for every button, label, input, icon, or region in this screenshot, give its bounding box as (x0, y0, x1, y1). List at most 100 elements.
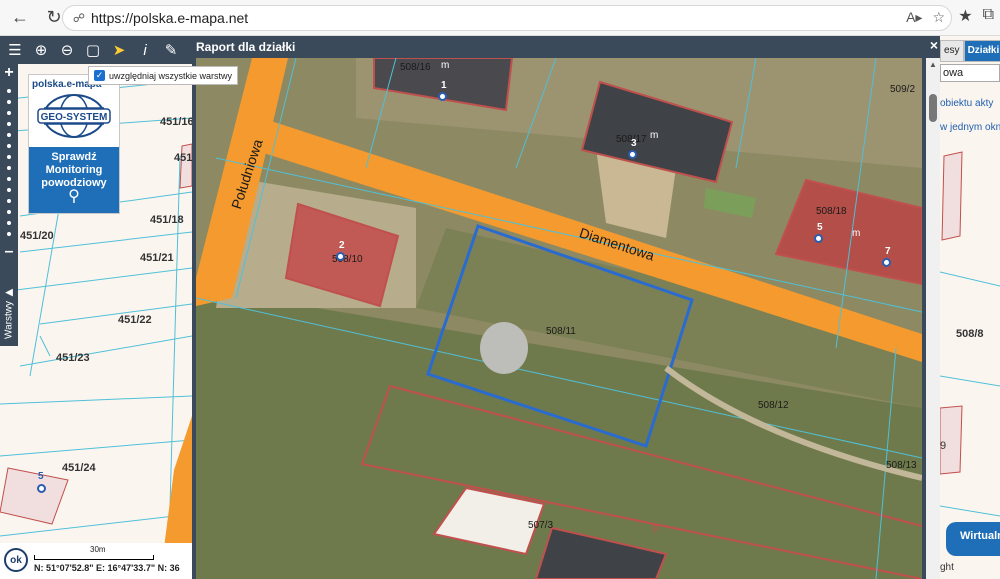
read-aloud-icon[interactable]: A▸ (906, 9, 922, 26)
address-marker[interactable] (438, 92, 447, 101)
dialog-title: Raport dla działki (196, 40, 296, 54)
zoom-level-dot[interactable] (7, 144, 11, 148)
layers-tab-label: Warstwy (3, 300, 15, 339)
address-bar[interactable]: ☍ https://polska.e-mapa.net A▸ ☆ (62, 5, 952, 31)
tab-parcels[interactable]: Działki (963, 40, 1000, 62)
parcel-mark: m (650, 130, 659, 141)
panel-text: ght (940, 562, 954, 573)
parcel-label: 508/13 (886, 460, 917, 471)
scroll-up-icon[interactable]: ▲ (926, 60, 940, 69)
checkbox-label: uwzględniaj wszystkie warstwy (109, 70, 233, 81)
back-icon[interactable]: ← (6, 4, 34, 32)
parcel-mark: m (852, 228, 861, 239)
parcel-label: 508/8 (956, 328, 984, 340)
parcel-label: 9 (940, 440, 947, 452)
parcel-label: 451/20 (20, 230, 54, 242)
promo-line: Sprawdź (51, 151, 97, 163)
address-marker[interactable] (882, 258, 891, 267)
parcel-label: 507/3 (528, 520, 554, 531)
zoom-level-dot[interactable] (7, 133, 11, 137)
panel-link[interactable]: w jednym oknie (940, 122, 1000, 133)
address-marker[interactable] (37, 484, 46, 493)
favorite-star-icon[interactable]: ☆ (932, 9, 945, 26)
scale-label: 30m (90, 545, 106, 554)
parcel-label: 509/2 (890, 84, 916, 95)
parcel-label: 451/22 (118, 314, 152, 326)
ok-button[interactable]: ok (4, 548, 28, 572)
favorites-icon[interactable]: ★ (958, 6, 972, 26)
magnifier-icon: ⚲ (68, 188, 80, 205)
marker-number: 2 (339, 240, 345, 251)
zoom-plus-button[interactable]: + (0, 64, 18, 82)
parcel-label: 451/24 (62, 462, 96, 474)
zoom-level-dot[interactable] (7, 232, 11, 236)
zoom-level-dot[interactable] (7, 199, 11, 203)
parcel-mark: m (441, 60, 450, 71)
map-toolbar: ☰ ⊕ ⊖ ▢ ➤ i ✎ (0, 36, 192, 64)
parcel-mark: 9 (652, 524, 658, 535)
search-input[interactable]: owa (940, 64, 1000, 82)
right-map-svg (940, 151, 1000, 517)
zoom-level-dot[interactable] (7, 177, 11, 181)
globe-svg: GEO-SYSTEM (37, 94, 111, 138)
map-app: 451 451/16 451/18 451/20 451/21 451/22 4… (0, 36, 1000, 579)
right-tabs: esy Działki (940, 40, 1000, 62)
globe-icon: GEO-SYSTEM (36, 92, 112, 140)
info-icon[interactable]: i (134, 39, 156, 61)
geo-system-logo[interactable]: polska.e-mapa GEO-SYSTEM Sprawdź Monitor… (28, 74, 120, 214)
scroll-thumb[interactable] (929, 94, 937, 122)
marker-number: 1 (441, 80, 447, 91)
address-marker[interactable] (336, 252, 345, 261)
zoom-extent-icon[interactable]: ▢ (82, 39, 104, 61)
flood-monitoring-banner[interactable]: Sprawdź Monitoring powodziowy ⚲ (29, 147, 119, 213)
zoom-level-dot[interactable] (7, 155, 11, 159)
marker-number: 7 (885, 246, 891, 257)
logo-brand: GEO-SYSTEM (41, 112, 108, 123)
zoom-minus-button[interactable]: – (0, 243, 18, 261)
pointer-icon[interactable]: ➤ (108, 39, 130, 61)
aerial-photo-map[interactable]: Południowa Diamentowa 508/16 508/17 508/… (196, 58, 922, 579)
zoom-in-icon[interactable]: ⊕ (30, 39, 52, 61)
measure-icon[interactable]: ✎ (160, 39, 182, 61)
zoom-out-icon[interactable]: ⊖ (56, 39, 78, 61)
scale-line (34, 555, 154, 560)
parcel-label: 508/16 (400, 62, 431, 73)
checkbox-checked-icon[interactable]: ✓ (94, 70, 105, 81)
tab-addresses[interactable]: esy (940, 40, 964, 62)
marker-number: 3 (631, 138, 637, 149)
marker-number: 5 (38, 471, 44, 482)
zoom-slider[interactable]: + – (0, 64, 18, 312)
site-info-icon[interactable]: ☍ (67, 11, 91, 25)
zoom-level-dot[interactable] (7, 221, 11, 225)
zoom-level-dot[interactable] (7, 188, 11, 192)
zoom-level-dot[interactable] (7, 166, 11, 170)
layers-icon[interactable]: ☰ (4, 39, 26, 61)
marker-number: 5 (817, 222, 823, 233)
zoom-level-dot[interactable] (7, 210, 11, 214)
zoom-level-dot[interactable] (7, 111, 11, 115)
zoom-level-dot[interactable] (7, 122, 11, 126)
zoom-level-dot[interactable] (7, 100, 11, 104)
address-marker[interactable] (814, 234, 823, 243)
virtual-walk-button[interactable]: Wirtualn (946, 522, 1000, 556)
close-icon[interactable]: × (930, 37, 938, 53)
zoom-level-dot[interactable] (7, 89, 11, 93)
layers-tab[interactable]: Warstwy ▶ (0, 280, 18, 346)
parcel-label: 451/16 (160, 116, 192, 128)
promo-line: Monitoring (45, 164, 103, 176)
parcel-label: 451/23 (56, 352, 90, 364)
collections-icon[interactable]: ⧉ (983, 6, 994, 26)
browser-toolbar: ← ↻ ☍ https://polska.e-mapa.net A▸ ☆ ★ ⧉ (0, 0, 1000, 36)
parcel-label: 508/11 (546, 326, 576, 337)
dialog-scrollbar[interactable]: ▲ (926, 58, 940, 579)
aerial-svg (196, 58, 922, 579)
parcel-label: 508/12 (758, 400, 789, 411)
all-layers-checkbox[interactable]: ✓ uwzględniaj wszystkie warstwy (88, 66, 239, 85)
panel-link[interactable]: obiektu akty (940, 98, 993, 109)
address-marker[interactable] (628, 150, 637, 159)
parcel-label: 451/21 (140, 252, 174, 264)
url-text: https://polska.e-mapa.net (91, 10, 249, 26)
parcel-label: 508/18 (816, 206, 847, 217)
cursor-coordinates: N: 51°07'52.8" E: 16°47'33.7" N: 36 (34, 563, 180, 573)
right-side-panel: esy Działki owa obiektu akty w jednym ok… (940, 36, 1000, 579)
